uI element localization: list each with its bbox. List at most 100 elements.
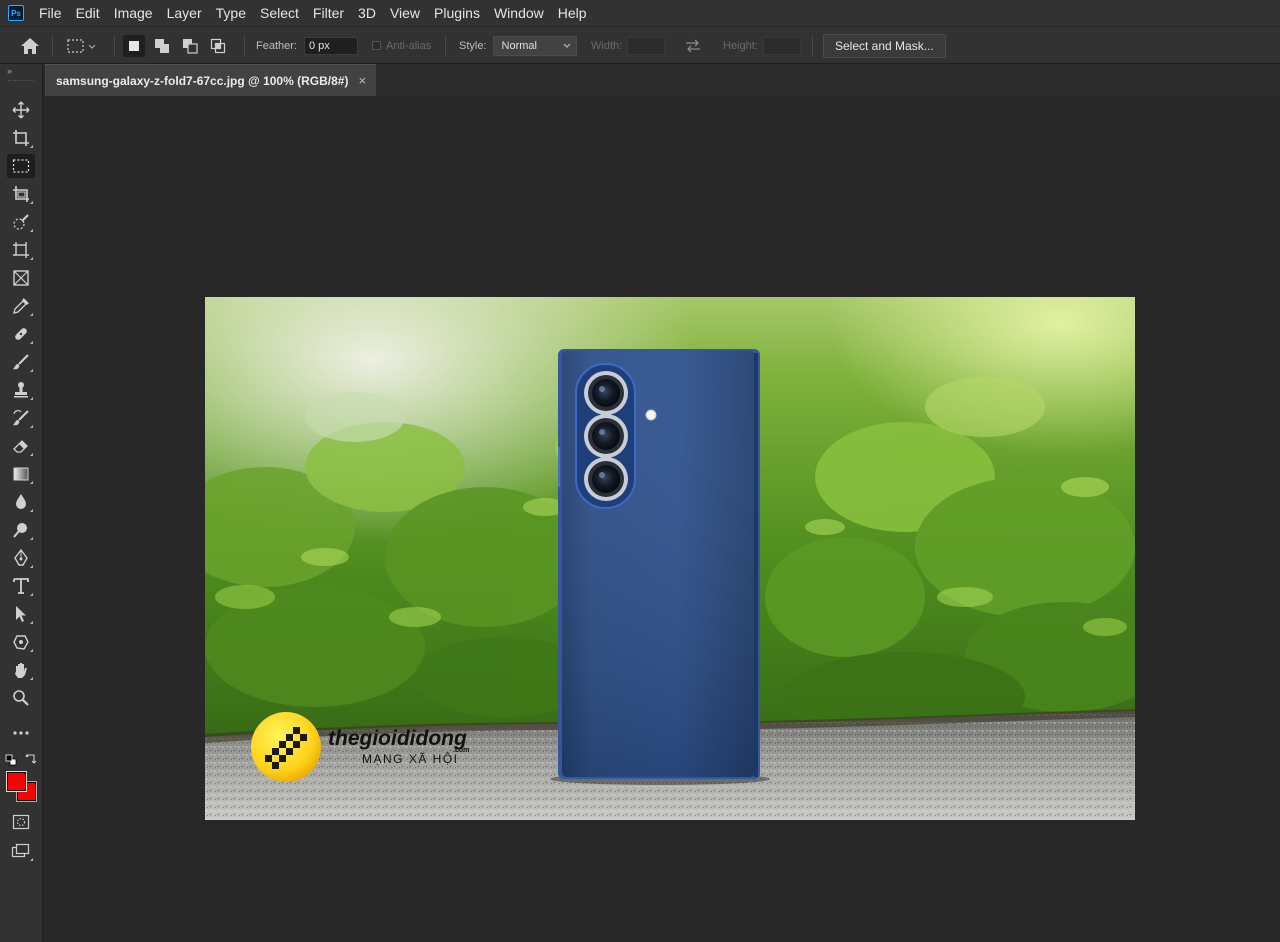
tool-flyout-indicator <box>30 397 33 400</box>
document-image[interactable]: thegioididong .com MẠNG XÃ HỘI <box>205 297 1135 820</box>
eyedropper-icon <box>13 298 29 314</box>
tool-move[interactable] <box>7 98 35 122</box>
tool-eyedropper[interactable] <box>7 294 35 318</box>
tool-zoom[interactable] <box>7 686 35 710</box>
subtract-selection-button[interactable] <box>179 35 201 57</box>
tool-crop[interactable] <box>7 126 35 150</box>
menu-image[interactable]: Image <box>107 0 160 26</box>
tool-gradient[interactable] <box>7 462 35 486</box>
tool-type[interactable] <box>7 574 35 598</box>
menu-plugins[interactable]: Plugins <box>427 0 487 26</box>
close-tab-icon[interactable]: × <box>358 73 366 88</box>
menu-window[interactable]: Window <box>487 0 551 26</box>
eraser-icon <box>13 440 28 453</box>
photoshop-logo-icon: Ps <box>8 5 24 21</box>
tool-flyout-indicator <box>30 425 33 428</box>
tool-frame[interactable] <box>7 266 35 290</box>
new-selection-icon <box>129 40 139 51</box>
home-icon <box>21 37 39 54</box>
menu-bar: Ps File Edit Image Layer Type Select Fil… <box>0 0 1280 26</box>
style-group: Style: Normal <box>459 27 577 64</box>
home-button[interactable] <box>20 27 40 64</box>
menu-type[interactable]: Type <box>209 0 253 26</box>
width-input[interactable] <box>627 36 666 55</box>
shape-icon <box>13 635 29 650</box>
brush-icon <box>13 354 29 370</box>
intersect-selection-button[interactable] <box>207 35 229 57</box>
tool-stamp[interactable] <box>7 378 35 402</box>
style-label: Style: <box>459 39 487 52</box>
menu-filter[interactable]: Filter <box>306 0 351 26</box>
select-and-mask-button[interactable]: Select and Mask... <box>823 33 946 58</box>
tool-dodge[interactable] <box>7 518 35 542</box>
zoom-icon <box>13 690 29 706</box>
feather-group: Feather: 0 px <box>256 27 358 64</box>
feather-label: Feather: <box>256 39 297 52</box>
tool-flyout-indicator <box>30 453 33 456</box>
menu-layer[interactable]: Layer <box>160 0 209 26</box>
type-icon <box>13 578 29 594</box>
foreground-color-swatch[interactable] <box>6 771 27 792</box>
dodge-icon <box>13 523 27 538</box>
tool-flyout-indicator <box>30 313 33 316</box>
frame-crop-icon <box>13 186 29 202</box>
document-tab-bar: samsung-galaxy-z-fold7-67cc.jpg @ 100% (… <box>44 64 1280 96</box>
tool-shape[interactable] <box>7 630 35 654</box>
tool-history-brush[interactable] <box>7 406 35 430</box>
watermark-logo <box>251 712 321 782</box>
tool-eraser[interactable] <box>7 434 35 458</box>
menu-file[interactable]: File <box>32 0 69 26</box>
swap-button[interactable] <box>684 27 702 64</box>
screen-mode-button[interactable] <box>7 839 35 863</box>
tool-path-select[interactable] <box>7 602 35 626</box>
tool-hand[interactable] <box>7 658 35 682</box>
quick-mask-button[interactable] <box>7 810 35 834</box>
tool-marquee[interactable] <box>7 154 35 178</box>
quick-select-icon <box>13 214 29 230</box>
document-tab[interactable]: samsung-galaxy-z-fold7-67cc.jpg @ 100% (… <box>45 64 376 96</box>
marquee-preset-picker[interactable] <box>66 27 98 64</box>
menu-select[interactable]: Select <box>253 0 306 26</box>
feather-input[interactable]: 0 px <box>303 36 358 55</box>
new-selection-button[interactable] <box>123 34 145 57</box>
healing-icon <box>15 328 27 340</box>
tool-flyout-indicator <box>30 481 33 484</box>
tool-flyout-indicator <box>30 369 33 372</box>
tool-flyout-indicator <box>30 858 33 861</box>
tool-quick-select[interactable] <box>7 210 35 234</box>
anti-alias-checkbox[interactable] <box>372 41 381 50</box>
tool-healing[interactable] <box>7 322 35 346</box>
menu-help[interactable]: Help <box>551 0 594 26</box>
tool-more[interactable] <box>7 721 35 745</box>
menu-3d[interactable]: 3D <box>351 0 383 26</box>
tool-transform[interactable] <box>7 238 35 262</box>
tool-pen[interactable] <box>7 546 35 570</box>
tool-flyout-indicator <box>30 649 33 652</box>
canvas-area[interactable]: thegioididong .com MẠNG XÃ HỘI <box>44 96 1280 942</box>
collapse-panel-icon[interactable]: ›› <box>7 66 12 76</box>
add-selection-icon <box>155 38 169 53</box>
tool-brush[interactable] <box>7 350 35 374</box>
tool-frame-crop[interactable] <box>7 182 35 206</box>
panel-grip[interactable] <box>8 80 34 83</box>
height-group: Height: <box>723 27 801 64</box>
height-label: Height: <box>723 39 758 52</box>
menu-view[interactable]: View <box>383 0 427 26</box>
tool-blur[interactable] <box>7 490 35 514</box>
swap-colors-icon[interactable] <box>25 753 37 765</box>
path-select-icon <box>16 606 26 622</box>
document-tab-title: samsung-galaxy-z-fold7-67cc.jpg @ 100% (… <box>56 73 349 88</box>
height-input[interactable] <box>762 36 801 55</box>
tool-flyout-indicator <box>30 621 33 624</box>
style-select-value: Normal <box>501 39 537 52</box>
width-group: Width: <box>591 27 666 64</box>
default-colors-icon[interactable] <box>5 754 17 766</box>
separator <box>445 35 446 57</box>
anti-alias-group: Anti-alias <box>372 27 431 64</box>
style-select[interactable]: Normal <box>492 35 577 56</box>
menu-edit[interactable]: Edit <box>69 0 107 26</box>
add-selection-button[interactable] <box>151 35 173 57</box>
pen-icon <box>14 549 28 566</box>
tool-flyout-indicator <box>30 201 33 204</box>
subtract-selection-icon <box>183 38 198 54</box>
